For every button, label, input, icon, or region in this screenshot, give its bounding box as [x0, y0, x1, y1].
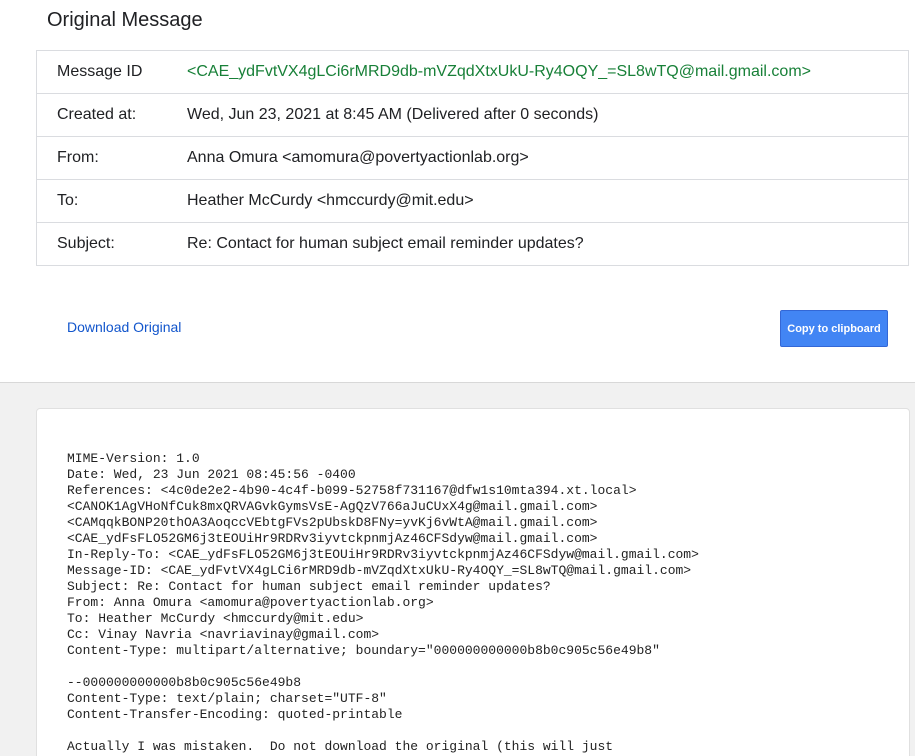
details-row-created-at: Created at: Wed, Jun 23, 2021 at 8:45 AM… [36, 93, 909, 137]
copy-to-clipboard-button[interactable]: Copy to clipboard [780, 310, 888, 347]
raw-line: --000000000000b8b0c905c56e49b8 [67, 675, 302, 690]
raw-line: Message-ID: <CAE_ydFvtVX4gLCi6rMRD9db-mV… [67, 563, 692, 578]
raw-line: Cc: Vinay Navria <navriavinay@gmail.com> [67, 627, 380, 642]
message-id-label: Message ID [57, 63, 143, 80]
from-label: From: [36, 136, 187, 180]
subject-label: Subject: [36, 222, 187, 266]
created-at-value: Wed, Jun 23, 2021 at 8:45 AM (Delivered … [187, 93, 909, 137]
details-row-to: To: Heather McCurdy <hmccurdy@mit.edu> [36, 179, 909, 223]
raw-line: Subject: Re: Contact for human subject e… [67, 579, 551, 594]
raw-line: <CAE_ydFsFLO52GM6j3tEOUiHr9RDRv3iyvtckpn… [67, 531, 598, 546]
message-id-value: <CAE_ydFvtVX4gLCi6rMRD9db-mVZqdXtxUkU-Ry… [187, 63, 811, 80]
raw-line: Content-Type: text/plain; charset="UTF-8… [67, 691, 387, 706]
raw-message-section: MIME-Version: 1.0 Date: Wed, 23 Jun 2021… [0, 382, 915, 756]
to-value: Heather McCurdy <hmccurdy@mit.edu> [187, 179, 909, 223]
raw-line: Date: Wed, 23 Jun 2021 08:45:56 -0400 [67, 467, 356, 482]
raw-line: References: <4c0de2e2-4b90-4c4f-b099-527… [67, 483, 637, 498]
raw-line: In-Reply-To: <CAE_ydFsFLO52GM6j3tEOUiHr9… [67, 547, 699, 562]
download-original-link[interactable]: Download Original [67, 319, 181, 335]
details-row-subject: Subject: Re: Contact for human subject e… [36, 222, 909, 266]
raw-line: MIME-Version: 1.0 [67, 451, 200, 466]
created-at-label: Created at: [36, 93, 187, 137]
raw-message-card: MIME-Version: 1.0 Date: Wed, 23 Jun 2021… [36, 408, 910, 756]
raw-line: Content-Type: multipart/alternative; bou… [67, 643, 660, 658]
raw-line: <CANOK1AgVHoNfCuk8mxQRVAGvkGymsVsE-AgQzV… [67, 499, 598, 514]
page-title: Original Message [47, 9, 203, 31]
details-row-from: From: Anna Omura <amomura@povertyactionl… [36, 136, 909, 180]
raw-line: Actually I was mistaken. Do not download… [67, 739, 614, 754]
raw-line: From: Anna Omura <amomura@povertyactionl… [67, 595, 434, 610]
to-label: To: [36, 179, 187, 223]
from-value: Anna Omura <amomura@povertyactionlab.org… [187, 136, 909, 180]
details-row-message-id: Message ID <CAE_ydFvtVX4gLCi6rMRD9db-mVZ… [37, 51, 909, 94]
raw-line: To: Heather McCurdy <hmccurdy@mit.edu> [67, 611, 364, 626]
subject-value: Re: Contact for human subject email remi… [187, 222, 909, 266]
message-details-table: Message ID <CAE_ydFvtVX4gLCi6rMRD9db-mVZ… [36, 50, 909, 266]
raw-message-text: MIME-Version: 1.0 Date: Wed, 23 Jun 2021… [67, 451, 699, 755]
raw-line: Content-Transfer-Encoding: quoted-printa… [67, 707, 403, 722]
raw-line: <CAMqqkBONP20thOA3AoqccVEbtgFVs2pUbskD8F… [67, 515, 598, 530]
